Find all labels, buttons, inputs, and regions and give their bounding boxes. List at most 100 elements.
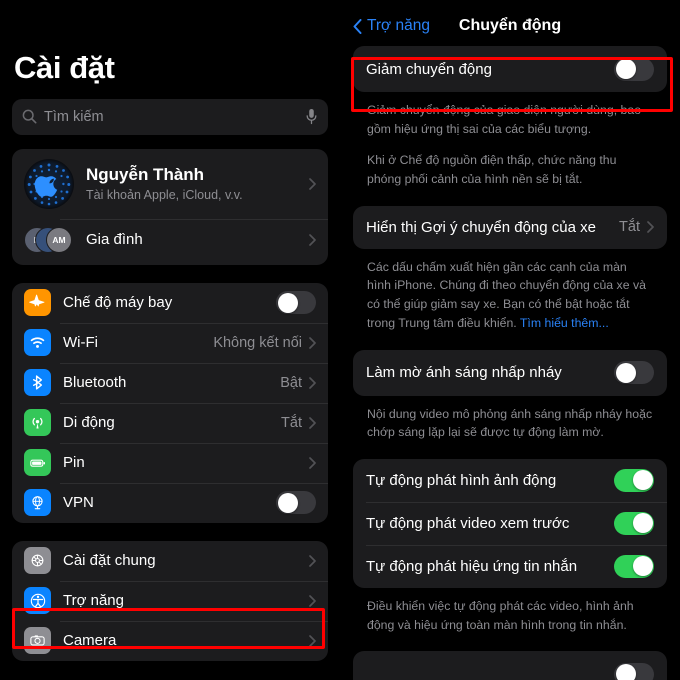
back-label: Trợ năng [367,17,431,34]
chevron-left-icon [353,18,362,34]
vehicle-motion-cues-description: Các dấu chấm xuất hiện gần các cạnh của … [353,249,667,333]
sidebar-item-airplane-mode[interactable]: Chế độ máy bay [12,283,328,323]
cellular-status: Tắt [281,414,302,431]
sidebar-item-bluetooth[interactable]: Bluetooth Bật [12,362,328,403]
connectivity-card: Chế độ máy bay Wi-Fi Không kết nối Bluet… [12,282,328,523]
autoplay-animated-images-row[interactable]: Tự động phát hình ảnh động [353,459,667,502]
motion-settings-pane: Trợ năng Chuyển động Giảm chuyển động Gi… [340,0,680,680]
dim-flashing-lights-description: Nội dung video mô phỏng ánh sáng nhấp nh… [353,396,667,442]
reduce-motion-desc-1: Giảm chuyển động của giao diện người dùn… [367,103,642,136]
autoplay-video-previews-row[interactable]: Tự động phát video xem trước [353,501,667,545]
autoplay-video-previews-label: Tự động phát video xem trước [366,514,570,532]
reduce-motion-row[interactable]: Giảm chuyển động [353,46,667,92]
chevron-right-icon [309,376,316,389]
accessibility-icon [24,587,51,615]
search-placeholder: Tìm kiếm [44,108,104,125]
dim-flashing-lights-toggle[interactable] [614,361,654,384]
partial-next-toggle[interactable] [614,662,654,680]
airplane-icon [24,289,51,317]
sidebar-item-cellular[interactable]: Di động Tắt [12,402,328,443]
reduce-motion-description: Giảm chuyển động của giao diện người dùn… [353,92,667,189]
sidebar-item-label: Di động [63,414,115,432]
battery-icon [24,449,51,477]
chevron-right-icon [309,233,316,246]
reduce-motion-desc-2: Khi ở Chế độ nguồn điện thấp, chức năng … [367,153,617,187]
account-name: Nguyễn Thành [86,164,205,184]
globe-vpn-icon [24,489,51,517]
chevron-right-icon [309,336,316,349]
airplane-mode-toggle[interactable] [276,291,316,315]
auto-play-description: Điều khiển việc tự động phát các video, … [353,588,667,634]
sidebar-item-label: Trợ năng [63,592,124,610]
avatar [24,158,74,209]
account-card: Nguyễn Thành Tài khoản Apple, iCloud, v.… [12,148,328,265]
settings-split-screen: Cài đặt Tìm kiếm Nguyễn Thành Tài khoản … [0,0,680,680]
navigation-bar: Trợ năng Chuyển động [353,0,667,46]
sidebar-item-label: Pin [63,454,85,472]
chevron-right-icon [309,554,316,567]
search-icon [22,109,37,124]
learn-more-link[interactable]: Tìm hiểu thêm... [520,316,609,330]
autoplay-message-effects-row[interactable]: Tự động phát hiệu ứng tin nhắn [353,544,667,588]
apple-logo-avatar [27,163,71,205]
page-title: Cài đặt [14,50,115,85]
apple-account-row[interactable]: Nguyễn Thành Tài khoản Apple, iCloud, v.… [12,149,328,219]
dim-flashing-desc-text: Nội dung video mô phỏng ánh sáng nhấp nh… [367,406,653,440]
vehicle-motion-cues-card: Hiển thị Gợi ý chuyển động của xe Tắt [353,205,667,249]
chevron-right-icon [309,416,316,429]
family-avatar-3: AM [46,226,72,253]
back-button[interactable]: Trợ năng [353,17,430,35]
reduce-motion-toggle[interactable] [614,57,654,81]
gear-icon [24,547,51,575]
chevron-right-icon [309,177,316,190]
cellular-antenna-icon [24,409,51,437]
sidebar-item-label: Chế độ máy bay [63,294,173,312]
partial-next-card [353,651,667,680]
autoplay-video-previews-toggle[interactable] [614,511,654,535]
sidebar-item-label: VPN [63,494,94,512]
vpn-toggle[interactable] [276,491,316,515]
dim-flashing-lights-row[interactable]: Làm mờ ánh sáng nhấp nháy [353,350,667,396]
chevron-right-icon [647,221,654,234]
wifi-status: Không kết nối [213,334,302,351]
reduce-motion-card: Giảm chuyển động [353,46,667,92]
bluetooth-status: Bật [280,374,302,391]
sidebar-item-label: Bluetooth [63,374,127,392]
camera-icon [24,627,51,655]
reduce-motion-label: Giảm chuyển động [366,60,492,78]
sidebar-item-vpn[interactable]: VPN [12,482,328,523]
vehicle-motion-cues-value: Tắt [619,219,640,236]
family-avatars: N AM [24,226,74,254]
sidebar-item-label: Wi-Fi [63,334,98,352]
vehicle-motion-cues-label: Hiển thị Gợi ý chuyển động của xe [366,218,596,236]
search-input[interactable]: Tìm kiếm [12,98,328,135]
chevron-right-icon [309,456,316,469]
sidebar-item-general[interactable]: Cài đặt chung [12,541,328,581]
family-row[interactable]: N AM Gia đình [12,218,328,265]
partial-next-row[interactable] [353,651,667,680]
bluetooth-icon [24,369,51,397]
autoplay-animated-images-toggle[interactable] [614,468,654,492]
account-subtitle: Tài khoản Apple, iCloud, v.v. [86,188,243,203]
dim-flashing-lights-label: Làm mờ ánh sáng nhấp nháy [366,364,562,381]
autoplay-message-effects-toggle[interactable] [614,554,654,578]
microphone-icon[interactable] [305,108,318,125]
auto-play-card: Tự động phát hình ảnh động Tự động phát … [353,458,667,588]
chevron-right-icon [309,594,316,607]
chevron-right-icon [309,634,316,647]
family-label: Gia đình [86,231,143,249]
sidebar-item-label: Camera [63,632,117,650]
sidebar-item-accessibility[interactable]: Trợ năng [12,580,328,621]
wifi-icon [24,329,51,357]
sidebar-item-battery[interactable]: Pin [12,442,328,483]
system-card: Cài đặt chung Trợ năng Camera [12,540,328,661]
sidebar-item-wifi[interactable]: Wi-Fi Không kết nối [12,322,328,363]
autoplay-message-effects-label: Tự động phát hiệu ứng tin nhắn [366,557,578,575]
settings-sidebar: Cài đặt Tìm kiếm Nguyễn Thành Tài khoản … [0,0,340,680]
autoplay-desc-text: Điều khiển việc tự động phát các video, … [367,598,634,632]
sidebar-item-label: Cài đặt chung [63,552,156,570]
sidebar-item-camera[interactable]: Camera [12,620,328,661]
autoplay-animated-images-label: Tự động phát hình ảnh động [366,471,557,489]
dim-flashing-lights-card: Làm mờ ánh sáng nhấp nháy [353,349,667,396]
vehicle-motion-cues-row[interactable]: Hiển thị Gợi ý chuyển động của xe Tắt [353,206,667,249]
